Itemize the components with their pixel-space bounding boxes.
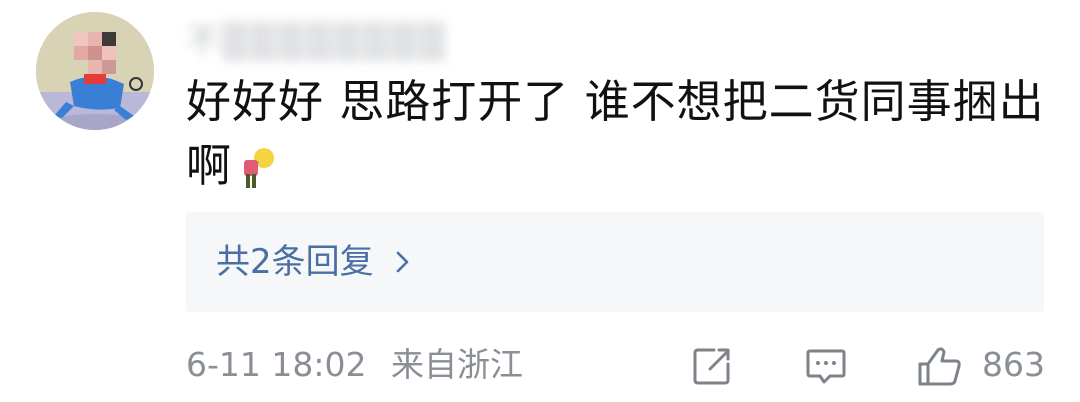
username[interactable]: 不▒▒▒▒▒▒▒▒: [186, 14, 506, 62]
share-icon[interactable]: [690, 344, 734, 388]
comment-date: 6-11 18:02: [186, 345, 367, 384]
replies-panel: 共2条回复: [186, 212, 1044, 312]
like-count: 863: [982, 345, 1045, 384]
username-text: 不▒▒▒▒▒▒▒▒: [186, 22, 448, 62]
avatar[interactable]: [36, 12, 154, 130]
replies-label: 共2条回复: [216, 242, 374, 282]
bowing-lightbulb-emoji-icon: [240, 143, 276, 188]
comment-meta: 6-11 18:02 来自浙江: [186, 342, 523, 388]
avatar-image: [36, 12, 154, 130]
chevron-right-icon: [396, 251, 408, 273]
comment-icon[interactable]: [804, 344, 848, 388]
view-replies-link[interactable]: 共2条回复: [216, 238, 412, 286]
comment-body: 好好好 思路打开了 谁不想把二货同事捆出啊: [186, 70, 1046, 198]
comment-location: 来自浙江: [391, 345, 523, 384]
thumbs-up-icon[interactable]: [916, 344, 964, 388]
comment-text: 好好好 思路打开了 谁不想把二货同事捆出啊: [186, 75, 1045, 192]
